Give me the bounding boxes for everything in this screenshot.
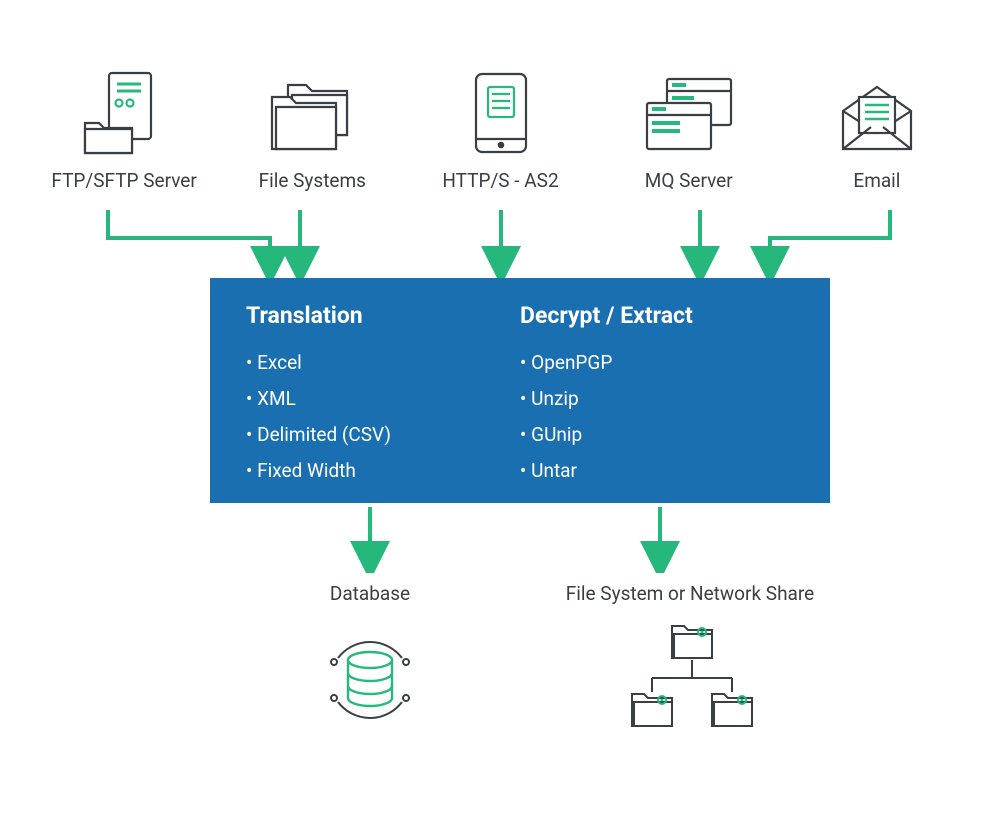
decrypt-list: OpenPGP Unzip GUnip Untar <box>520 345 794 489</box>
decrypt-item: Untar <box>520 453 794 489</box>
network-folders-icon <box>530 620 850 750</box>
translation-item: Delimited (CSV) <box>246 417 520 453</box>
tablet-icon <box>468 75 534 155</box>
source-email-label: Email <box>853 169 900 192</box>
folders-icon <box>262 75 362 155</box>
source-ftp-label: FTP/SFTP Server <box>51 169 196 192</box>
database-icon <box>270 620 470 750</box>
outputs-icons <box>0 620 1001 750</box>
translation-item: Fixed Width <box>246 453 520 489</box>
decrypt-column: Decrypt / Extract OpenPGP Unzip GUnip Un… <box>520 302 794 483</box>
translation-list: Excel XML Delimited (CSV) Fixed Width <box>246 345 520 489</box>
sources-row: FTP/SFTP Server File Systems <box>0 75 1001 192</box>
email-icon <box>837 75 917 155</box>
decrypt-item: Unzip <box>520 381 794 417</box>
center-process-box: Translation Excel XML Delimited (CSV) Fi… <box>210 278 830 503</box>
decrypt-item: OpenPGP <box>520 345 794 381</box>
source-http-label: HTTP/S - AS2 <box>442 169 558 192</box>
translation-title: Translation <box>246 302 520 329</box>
translation-column: Translation Excel XML Delimited (CSV) Fi… <box>246 302 520 483</box>
decrypt-item: GUnip <box>520 417 794 453</box>
source-ftp: FTP/SFTP Server <box>30 75 218 192</box>
top-arrows <box>0 208 1001 278</box>
outputs-row: Database File System or Network Share <box>0 582 1001 605</box>
decrypt-title: Decrypt / Extract <box>520 302 794 329</box>
source-mq: MQ Server <box>595 75 783 192</box>
source-http: HTTP/S - AS2 <box>406 75 594 192</box>
bottom-arrows <box>0 503 1001 573</box>
source-filesystems: File Systems <box>218 75 406 192</box>
windows-icon <box>639 75 739 155</box>
output-fileshare-label: File System or Network Share <box>530 582 850 605</box>
source-filesystems-label: File Systems <box>259 169 366 192</box>
source-mq-label: MQ Server <box>645 169 733 192</box>
output-database-label: Database <box>270 582 470 605</box>
server-folder-icon <box>79 75 169 155</box>
source-email: Email <box>783 75 971 192</box>
translation-item: XML <box>246 381 520 417</box>
translation-item: Excel <box>246 345 520 381</box>
